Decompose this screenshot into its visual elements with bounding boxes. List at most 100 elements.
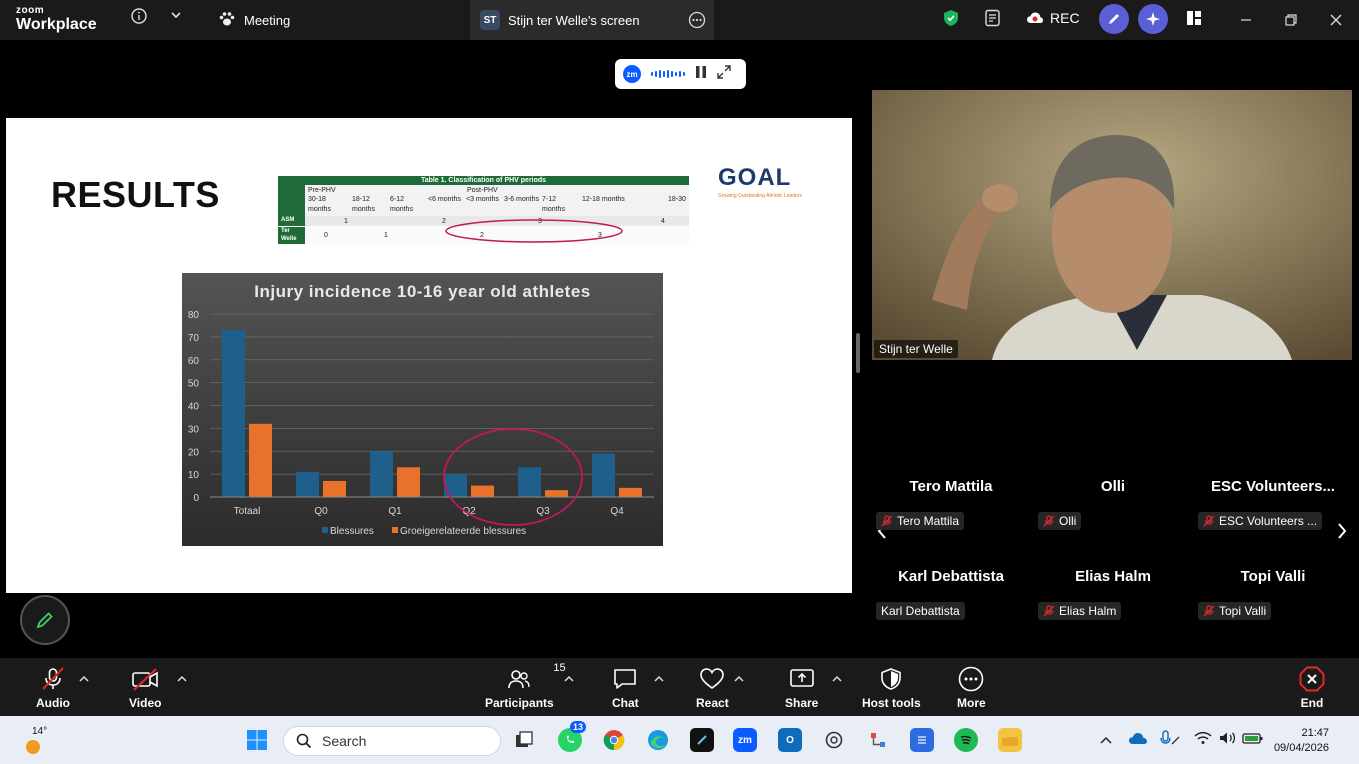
annotate-icon[interactable] — [1099, 4, 1129, 34]
participant-name-tag: Karl Debattista — [876, 602, 965, 620]
chevron-down-icon[interactable] — [170, 8, 182, 26]
participant-tile[interactable]: Olli Olli — [1038, 478, 1188, 548]
restore-icon[interactable] — [1279, 8, 1303, 32]
participants-count: 15 — [553, 662, 566, 674]
video-button[interactable]: Video — [129, 666, 161, 710]
participant-tile[interactable]: Elias Halm Elias Halm — [1038, 568, 1188, 638]
tab-meeting[interactable]: Meeting — [218, 0, 468, 40]
info-icon[interactable] — [131, 8, 147, 29]
volume-icon[interactable] — [1219, 731, 1237, 750]
bar-blessures — [222, 330, 245, 497]
bar-blessures — [518, 467, 541, 497]
ter-welle-label: Ter Welle — [278, 227, 305, 244]
tab-meeting-label: Meeting — [244, 12, 291, 28]
file-explorer-icon[interactable] — [998, 728, 1022, 752]
react-caret-icon[interactable] — [734, 674, 744, 686]
phv-classification-table: Table 1. Classification of PHV periods P… — [278, 176, 689, 244]
fullscreen-icon[interactable] — [717, 64, 731, 84]
tw-value-1: 1 — [384, 232, 388, 239]
speaker-video[interactable]: Stijn ter Welle — [872, 90, 1352, 360]
share-caret-icon[interactable] — [832, 674, 842, 686]
more-options-icon[interactable] — [688, 11, 706, 32]
task-view-icon[interactable] — [512, 728, 536, 752]
zoom-app-icon[interactable]: zm — [733, 728, 757, 752]
wifi-icon[interactable] — [1194, 731, 1212, 750]
view-layout-icon[interactable] — [1186, 10, 1202, 31]
x-tick-label: Q4 — [610, 506, 624, 517]
mic-in-use-icon[interactable] — [1159, 730, 1181, 753]
tray-overflow-icon[interactable] — [1100, 732, 1112, 750]
end-call-icon — [1299, 666, 1325, 692]
recording-indicator[interactable]: REC — [1026, 10, 1080, 26]
react-label: React — [696, 696, 729, 710]
annotation-pen-button[interactable] — [20, 595, 70, 645]
participant-tile[interactable]: Topi Valli Topi Valli — [1198, 568, 1348, 638]
y-tick-label: 40 — [188, 402, 200, 413]
participant-tag-label: Topi Valli — [1219, 604, 1267, 618]
muted-mic-icon — [40, 666, 66, 692]
whatsapp-icon[interactable]: 13 — [558, 721, 587, 752]
network-tool-icon[interactable] — [866, 728, 890, 752]
chrome-icon[interactable] — [602, 728, 626, 752]
onedrive-icon[interactable] — [1128, 731, 1148, 750]
panel-resize-handle[interactable] — [856, 333, 860, 373]
encryption-shield-icon[interactable] — [943, 9, 959, 32]
notes-icon[interactable] — [984, 9, 1002, 32]
share-button[interactable]: Share — [785, 666, 818, 710]
rec-label: REC — [1050, 10, 1080, 26]
bar-groeigerelateerde-blessures — [471, 485, 494, 497]
snipping-tool-icon[interactable] — [690, 728, 714, 752]
phv-period-cell: 30-18 months — [308, 196, 331, 213]
y-tick-label: 80 — [188, 310, 200, 321]
injury-chart: Injury incidence 10-16 year old athletes… — [182, 273, 663, 546]
audio-label: Audio — [36, 696, 70, 710]
chatgpt-icon[interactable] — [822, 728, 846, 752]
chat-button[interactable]: Chat — [612, 666, 639, 710]
meeting-toolbar: Audio Video 15 Participants Chat React S… — [0, 658, 1359, 716]
legend-swatch — [322, 527, 328, 533]
minimize-icon[interactable] — [1234, 8, 1258, 32]
zoom-logo: zoom Workplace — [16, 6, 97, 33]
participants-label: Participants — [485, 696, 554, 710]
outlook-icon[interactable]: O — [778, 728, 802, 752]
presenter-avatar: ST — [480, 10, 500, 30]
close-icon[interactable] — [1324, 8, 1348, 32]
goal-logo-text: GOAL — [718, 164, 792, 191]
whatsapp-badge: 13 — [570, 721, 587, 733]
tab-screen-share[interactable]: ST Stijn ter Welle's screen — [470, 0, 714, 40]
chat-icon — [612, 666, 638, 692]
audio-button[interactable]: Audio — [36, 666, 70, 710]
notepad-icon[interactable] — [910, 728, 934, 752]
clock-date: 09/04/2026 — [1273, 742, 1329, 754]
taskbar-search[interactable]: Search — [283, 726, 501, 756]
participants-button[interactable]: 15 Participants — [485, 662, 566, 710]
more-button[interactable]: More — [957, 666, 986, 710]
participant-tile[interactable]: Tero Mattila Tero Mattila — [876, 478, 1026, 548]
pause-share-icon[interactable] — [695, 65, 707, 84]
participant-display-name: Topi Valli — [1240, 568, 1306, 585]
battery-icon[interactable] — [1242, 731, 1264, 750]
host-tools-button[interactable]: Host tools — [862, 666, 921, 710]
participant-tile[interactable]: ESC Volunteers... ESC Volunteers ... — [1198, 478, 1348, 548]
participant-tile[interactable]: Karl Debattista Karl Debattista — [876, 568, 1026, 638]
cloud-record-icon — [1027, 12, 1043, 23]
audio-options-caret-icon[interactable] — [79, 674, 89, 686]
video-off-icon — [131, 666, 159, 692]
x-tick-label: Q1 — [388, 506, 402, 517]
y-tick-label: 50 — [188, 379, 200, 390]
video-options-caret-icon[interactable] — [177, 674, 187, 686]
bar-groeigerelateerde-blessures — [397, 467, 420, 497]
edge-icon[interactable] — [646, 728, 670, 752]
ai-companion-icon[interactable] — [1138, 4, 1168, 34]
x-tick-label: Totaal — [234, 506, 261, 517]
chat-caret-icon[interactable] — [654, 674, 664, 686]
phv-period-cell: <6 months — [428, 196, 461, 203]
legend-swatch — [392, 527, 398, 533]
react-button[interactable]: React — [696, 666, 729, 710]
spotify-icon[interactable] — [954, 728, 978, 752]
end-button[interactable]: End — [1299, 666, 1325, 710]
participant-display-name: ESC Volunteers... — [1211, 478, 1335, 495]
participants-caret-icon[interactable] — [564, 674, 574, 686]
windows-start-icon[interactable] — [245, 728, 269, 752]
system-clock[interactable]: 21:47 09/04/2026 — [1274, 726, 1329, 756]
